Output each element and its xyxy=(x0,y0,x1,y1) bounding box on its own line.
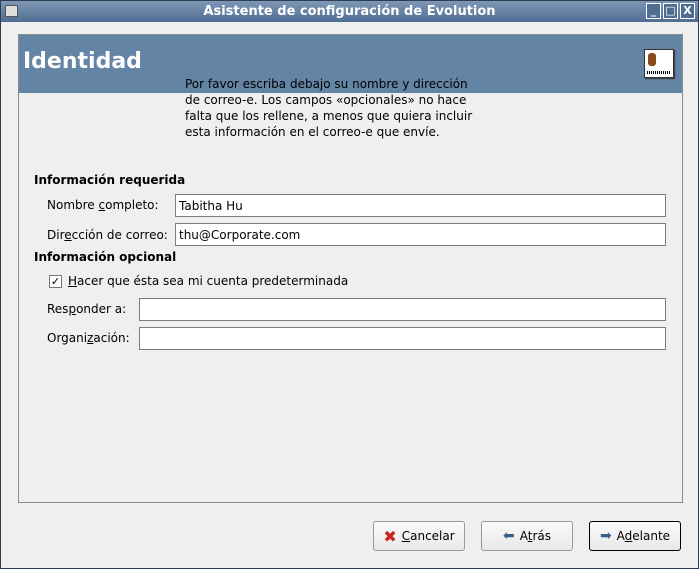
default-account-checkbox[interactable]: ✓ xyxy=(49,275,62,288)
page-title: Identidad xyxy=(23,49,142,74)
title-bar: Asistente de configuración de Evolution … xyxy=(1,1,698,22)
window-title: Asistente de configuración de Evolution xyxy=(203,4,496,19)
maximize-button[interactable]: □ xyxy=(663,3,678,19)
close-button[interactable]: X xyxy=(680,3,695,19)
reply-to-input[interactable] xyxy=(139,298,666,321)
forward-button[interactable]: ➡ Adelante xyxy=(589,521,681,551)
reply-to-label: Responder a: xyxy=(47,302,127,316)
back-button[interactable]: ⬅ Atrás xyxy=(481,521,573,551)
email-input[interactable] xyxy=(175,223,666,246)
organization-input[interactable] xyxy=(139,327,666,350)
cancel-icon: ✖ xyxy=(383,526,397,546)
required-heading: Información requerida xyxy=(34,173,186,187)
arrow-left-icon: ⬅ xyxy=(503,528,515,544)
minimize-button[interactable]: _ xyxy=(646,3,661,19)
organization-label: Organización: xyxy=(47,331,130,345)
wizard-window: Asistente de configuración de Evolution … xyxy=(0,0,699,569)
optional-heading: Información opcional xyxy=(34,250,177,264)
name-label: Nombre completo: xyxy=(47,198,159,212)
identity-card-icon xyxy=(644,49,674,78)
email-label: Dirección de correo: xyxy=(47,228,168,242)
window-menu-icon[interactable] xyxy=(5,5,18,17)
intro-text: Por favor escriba debajo su nombre y dir… xyxy=(185,77,473,139)
default-account-label[interactable]: Hacer que ésta sea mi cuenta predetermin… xyxy=(68,274,348,288)
cancel-button[interactable]: ✖ Cancelar xyxy=(373,521,465,551)
arrow-right-icon: ➡ xyxy=(599,528,612,544)
full-name-input[interactable] xyxy=(175,194,666,217)
